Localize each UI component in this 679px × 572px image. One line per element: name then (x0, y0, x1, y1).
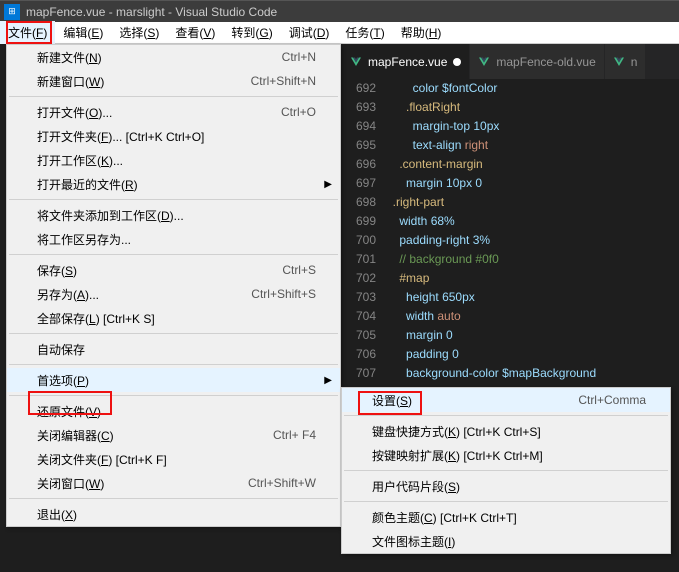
menu-7[interactable]: 帮助(H) (393, 21, 450, 44)
menu-0[interactable]: 文件(F) (0, 21, 55, 44)
menu-item[interactable]: 打开文件夹(F)... [Ctrl+K Ctrl+O] (7, 124, 340, 148)
menu-item[interactable]: 关闭文件夹(F) [Ctrl+K F] (7, 447, 340, 471)
menu-item[interactable]: 首选项(P)▶ (7, 368, 340, 392)
editor-tabs: mapFence.vue mapFence-old.vue n (342, 44, 679, 79)
menu-4[interactable]: 转到(G) (223, 21, 280, 44)
menu-item[interactable]: 关闭窗口(W)Ctrl+Shift+W (7, 471, 340, 495)
dirty-indicator-icon (453, 58, 461, 66)
vscode-icon: ⊞ (4, 4, 20, 20)
tab[interactable]: mapFence-old.vue (470, 44, 604, 79)
menu-item[interactable]: 将文件夹添加到工作区(D)... (7, 203, 340, 227)
tab-label: mapFence-old.vue (496, 55, 595, 69)
tab[interactable]: n (605, 44, 647, 79)
menu-item[interactable]: 保存(S)Ctrl+S (7, 258, 340, 282)
menu-item[interactable]: 退出(X) (7, 502, 340, 526)
menu-item[interactable]: 另存为(A)...Ctrl+Shift+S (7, 282, 340, 306)
menu-item[interactable]: 自动保存 (7, 337, 340, 361)
tab[interactable]: mapFence.vue (342, 44, 470, 79)
menu-item[interactable]: 关闭编辑器(C)Ctrl+ F4 (7, 423, 340, 447)
tab-label: mapFence.vue (368, 55, 447, 69)
menu-1[interactable]: 编辑(E) (55, 21, 111, 44)
menu-item[interactable]: 新建窗口(W)Ctrl+Shift+N (7, 69, 340, 93)
menu-bar: 文件(F)编辑(E)选择(S)查看(V)转到(G)调试(D)任务(T)帮助(H) (0, 22, 679, 44)
menu-item[interactable]: 打开最近的文件(R)▶ (7, 172, 340, 196)
menu-item[interactable]: 颜色主题(C) [Ctrl+K Ctrl+T] (342, 505, 670, 529)
file-menu: 新建文件(N)Ctrl+N新建窗口(W)Ctrl+Shift+N 打开文件(O).… (6, 44, 341, 527)
menu-item[interactable]: 设置(S)Ctrl+Comma (342, 388, 670, 412)
window-title: mapFence.vue - marslight - Visual Studio… (26, 5, 277, 19)
preferences-submenu: 设置(S)Ctrl+Comma 键盘快捷方式(K) [Ctrl+K Ctrl+S]… (341, 387, 671, 554)
menu-item[interactable]: 打开工作区(K)... (7, 148, 340, 172)
menu-item[interactable]: 文件图标主题(I) (342, 529, 670, 553)
menu-6[interactable]: 任务(T) (337, 21, 392, 44)
menu-item[interactable]: 新建文件(N)Ctrl+N (7, 45, 340, 69)
menu-item[interactable]: 将工作区另存为... (7, 227, 340, 251)
menu-item[interactable]: 用户代码片段(S) (342, 474, 670, 498)
menu-5[interactable]: 调试(D) (281, 21, 338, 44)
menu-item[interactable]: 全部保存(L) [Ctrl+K S] (7, 306, 340, 330)
menu-item[interactable]: 打开文件(O)...Ctrl+O (7, 100, 340, 124)
menu-2[interactable]: 选择(S) (111, 21, 167, 44)
menu-item[interactable]: 还原文件(V) (7, 399, 340, 423)
tab-label: n (631, 55, 638, 69)
title-bar: ⊞ mapFence.vue - marslight - Visual Stud… (0, 0, 679, 22)
menu-3[interactable]: 查看(V) (167, 21, 223, 44)
menu-item[interactable]: 按键映射扩展(K) [Ctrl+K Ctrl+M] (342, 443, 670, 467)
menu-item[interactable]: 键盘快捷方式(K) [Ctrl+K Ctrl+S] (342, 419, 670, 443)
